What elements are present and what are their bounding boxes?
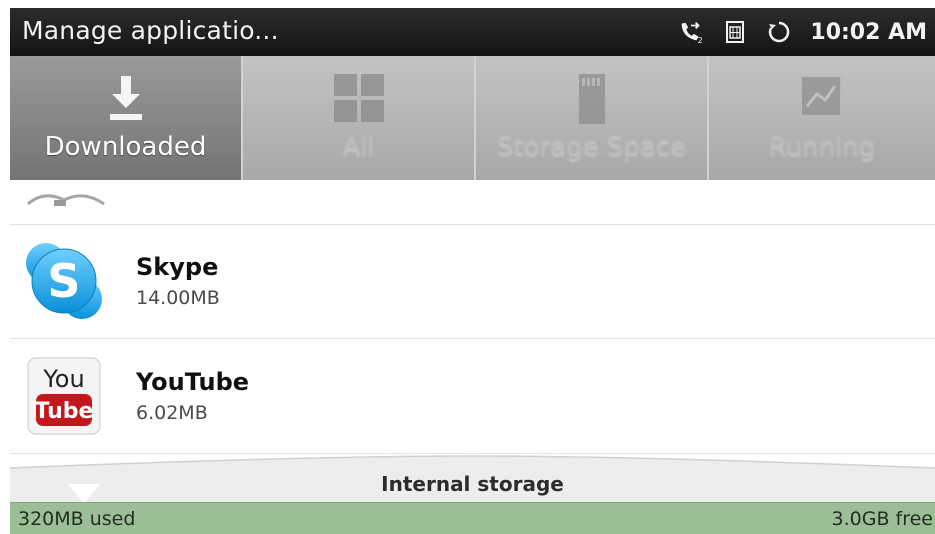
- youtube-icon: You Tube: [22, 354, 106, 438]
- skype-icon: S: [22, 239, 106, 323]
- tab-strip: Downloaded All Storage Space Running: [10, 56, 935, 180]
- list-item-partial[interactable]: [10, 180, 935, 225]
- app-list[interactable]: S Skype 14.00MB You Tube YouTube 6.02MB: [10, 180, 935, 460]
- storage-header: Internal storage: [10, 454, 935, 504]
- storage-bar: 320MB used 3.0GB free: [10, 502, 935, 534]
- status-bar: Manage applicatio... 2 10:02 AM: [10, 8, 935, 56]
- tab-downloaded[interactable]: Downloaded: [10, 56, 243, 180]
- tab-running[interactable]: Running: [709, 56, 935, 180]
- list-item[interactable]: You Tube YouTube 6.02MB: [10, 340, 935, 454]
- sd-card-icon: [563, 72, 621, 128]
- app-size: 6.02MB: [136, 402, 208, 424]
- grid-icon: [330, 72, 388, 128]
- list-item[interactable]: S Skype 14.00MB: [10, 225, 935, 339]
- svg-text:You: You: [42, 365, 84, 393]
- tab-label: Downloaded: [44, 132, 207, 162]
- status-icons: 2 10:02 AM: [678, 18, 927, 46]
- running-apps-icon: [793, 72, 851, 128]
- tab-storage-space[interactable]: Storage Space: [476, 56, 709, 180]
- window-title: Manage applicatio...: [22, 16, 279, 45]
- call-forward-icon: 2: [678, 19, 704, 45]
- svg-text:S: S: [47, 254, 80, 308]
- app-name: Skype: [136, 253, 219, 281]
- storage-free: 3.0GB free: [831, 508, 933, 530]
- tab-all[interactable]: All: [243, 56, 476, 180]
- storage-title: Internal storage: [381, 472, 564, 496]
- storage-used: 320MB used: [18, 508, 136, 530]
- app-size: 14.00MB: [136, 287, 220, 309]
- sync-icon: [766, 19, 792, 45]
- download-icon: [97, 72, 155, 128]
- app-icon-partial: [27, 194, 105, 206]
- tab-label: Running: [768, 132, 876, 162]
- clock: 10:02 AM: [810, 19, 927, 45]
- tab-label: Storage Space: [496, 132, 687, 162]
- sim-card-icon: [722, 19, 748, 45]
- tab-label: All: [342, 132, 375, 162]
- svg-text:2: 2: [698, 35, 703, 45]
- app-name: YouTube: [136, 368, 250, 396]
- svg-text:Tube: Tube: [35, 399, 94, 424]
